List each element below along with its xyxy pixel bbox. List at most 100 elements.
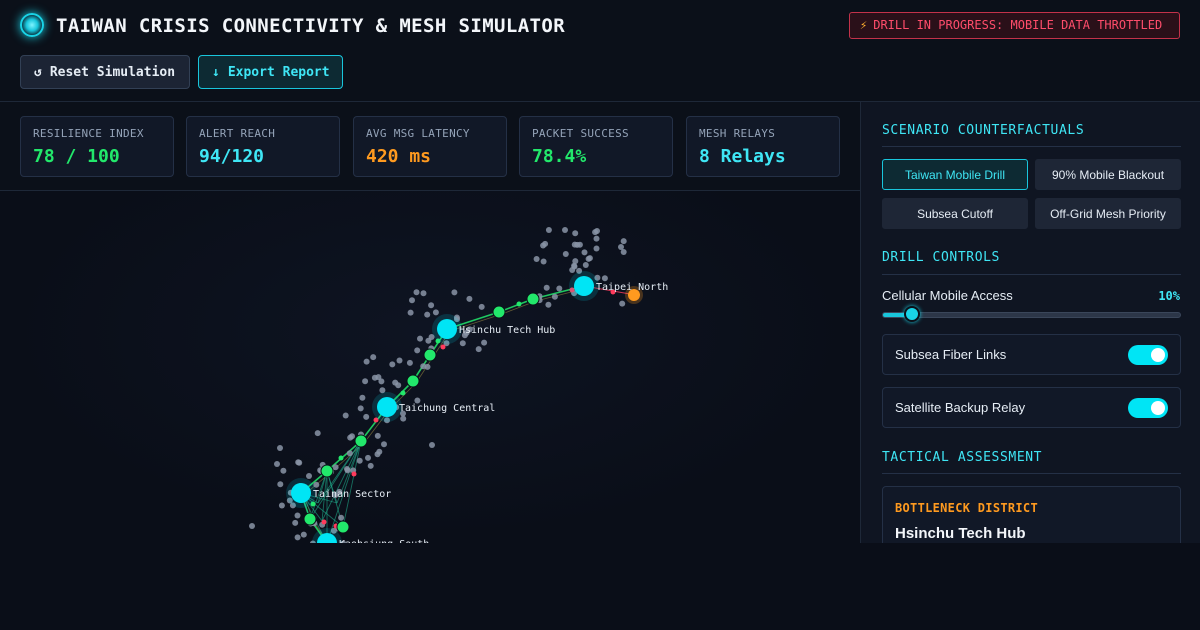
civilian-device-node — [314, 430, 321, 437]
mesh-relay-node — [492, 305, 506, 319]
toggle-knob — [1151, 401, 1165, 415]
civilian-device-node — [545, 301, 552, 308]
cellular-access-slider-thumb[interactable] — [903, 306, 920, 322]
civilian-device-node — [562, 251, 569, 257]
civilian-device-node — [292, 519, 299, 526]
civilian-device-node — [582, 262, 589, 268]
district-hub-node — [574, 276, 594, 296]
cellular-access-slider-track[interactable] — [882, 312, 1181, 318]
civilian-device-node — [601, 275, 608, 282]
bottleneck-district: Hsinchu Tech Hub — [895, 525, 1026, 542]
mesh-relay-node — [354, 434, 368, 448]
network-map-canvas[interactable]: Taipei North Hsinchu Tech Hub Taichung Cen… — [0, 191, 860, 543]
hub-label: Taipei North — [596, 282, 668, 293]
civilian-device-node — [459, 340, 466, 347]
scenario-label: Subsea Cutoff — [917, 207, 993, 221]
civilian-device-node — [581, 249, 588, 256]
civilian-device-node — [478, 303, 485, 310]
civilian-device-node — [365, 454, 371, 461]
mesh-relay-node — [303, 512, 317, 526]
civilian-device-node — [407, 309, 414, 316]
civilian-device-node — [594, 228, 600, 234]
civilian-device-node — [593, 235, 600, 242]
civilian-device-node — [409, 297, 415, 304]
divider — [882, 473, 1181, 474]
scenario-label: 90% Mobile Blackout — [1051, 168, 1165, 182]
scenario-label: Taiwan Mobile Drill — [904, 168, 1006, 182]
app-title: TAIWAN CRISIS CONNECTIVITY & MESH SIMULA… — [56, 15, 566, 37]
subsea-fiber-toggle[interactable] — [1128, 345, 1168, 365]
scenario-mobile-blackout[interactable]: 90% Mobile Blackout — [1035, 159, 1181, 190]
civilian-device-node — [374, 451, 381, 458]
failed-packet — [440, 344, 446, 350]
civilian-device-node — [572, 230, 579, 237]
export-report-button[interactable]: ↓ Export Report — [198, 55, 343, 89]
civilian-device-node — [392, 379, 399, 386]
civilian-device-node — [545, 227, 552, 233]
civilian-device-node — [344, 467, 351, 474]
metric-card-resilience: RESILIENCE INDEX 78 / 100 — [20, 116, 174, 177]
civilian-device-node — [396, 357, 403, 364]
civilian-device-node — [572, 258, 579, 265]
metric-value: 94/120 — [199, 146, 265, 167]
civilian-device-node — [618, 244, 624, 250]
export-report-label: Export Report — [227, 64, 330, 80]
civilian-device-node — [556, 285, 563, 292]
toggle-row-satellite-relay: Satellite Backup Relay — [882, 387, 1181, 428]
mesh-link-local — [321, 440, 362, 522]
civilian-device-node — [533, 256, 540, 262]
civilian-device-node — [413, 289, 420, 296]
drill-alert-text: DRILL IN PROGRESS: MOBILE DATA THROTTLED — [873, 18, 1163, 32]
metric-card-latency: AVG MSG LATENCY 420 ms — [353, 116, 507, 177]
metrics-bar: RESILIENCE INDEX 78 / 100 ALERT REACH 94… — [0, 102, 860, 191]
mesh-relay-node — [406, 374, 420, 388]
civilian-device-node — [363, 358, 370, 365]
district-hub-node — [291, 483, 311, 503]
reset-simulation-button[interactable]: ↺ Reset Simulation — [20, 55, 190, 89]
cellular-access-label: Cellular Mobile Access — [882, 288, 1013, 303]
civilian-device-node — [371, 374, 378, 381]
in-flight-packet — [400, 390, 406, 396]
civilian-device-node — [338, 514, 345, 521]
district-hub-node — [377, 397, 397, 417]
civilian-device-node — [414, 347, 421, 354]
civilian-device-node — [277, 445, 283, 451]
civilian-device-node — [367, 462, 374, 469]
toggle-label: Subsea Fiber Links — [895, 347, 1007, 362]
divider — [882, 146, 1181, 147]
bolt-icon: ⚡ — [860, 18, 868, 32]
tactical-assessment-title: TACTICAL ASSESSMENT — [882, 450, 1043, 465]
civilian-device-node — [429, 442, 435, 448]
civilian-device-node — [406, 359, 413, 366]
civilian-device-node — [586, 255, 593, 262]
civilian-device-node — [342, 412, 349, 419]
civilian-device-node — [300, 531, 307, 538]
civilian-device-node — [543, 284, 550, 291]
scenario-subsea-cutoff[interactable]: Subsea Cutoff — [882, 198, 1028, 229]
network-map[interactable]: Taipei North Hsinchu Tech Hub Taichung Cen… — [0, 191, 860, 543]
scenario-taiwan-mobile-drill[interactable]: Taiwan Mobile Drill — [882, 159, 1028, 190]
civilian-device-node — [400, 415, 407, 422]
civilian-device-node — [363, 413, 370, 420]
mesh-relay-node — [526, 292, 540, 306]
app-window: TAIWAN CRISIS CONNECTIVITY & MESH SIMULA… — [0, 0, 1200, 543]
civilian-device-node — [540, 258, 547, 265]
satellite-relay-toggle[interactable] — [1128, 398, 1168, 418]
mesh-relay-node — [336, 520, 350, 534]
radar-icon — [20, 13, 44, 37]
civilian-device-node — [356, 457, 363, 464]
metric-card-mesh-relays: MESH RELAYS 8 Relays — [686, 116, 840, 177]
in-flight-packet — [516, 301, 522, 307]
civilian-device-node — [562, 227, 568, 233]
control-sidebar: SCENARIO COUNTERFACTUALS Taiwan Mobile D… — [860, 102, 1200, 543]
civilian-device-node — [381, 441, 387, 448]
hub-label: Hsinchu Tech Hub — [459, 325, 555, 336]
metric-label: ALERT REACH — [199, 127, 276, 140]
hub-label: Tainan Sector — [313, 489, 391, 500]
civilian-device-node — [428, 302, 435, 309]
scenario-off-grid-mesh[interactable]: Off-Grid Mesh Priority — [1035, 198, 1181, 229]
civilian-device-node — [551, 293, 558, 300]
toggle-label: Satellite Backup Relay — [895, 400, 1026, 415]
page-background — [0, 543, 1200, 630]
civilian-device-node — [357, 405, 364, 412]
